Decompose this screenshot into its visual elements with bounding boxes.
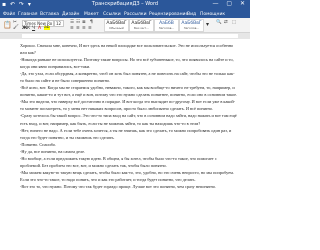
font-size-box[interactable]: 12: [54, 20, 64, 27]
select-icon[interactable]: ⬚: [232, 20, 236, 25]
window-controls[interactable]: — ▢ ✕: [212, 0, 248, 7]
paragraph[interactable]: -Понятно. Спасибо.: [20, 141, 238, 148]
tab-design[interactable]: Дизайн: [62, 12, 79, 17]
ruler[interactable]: [0, 33, 250, 39]
multilevel-list-icon[interactable]: ≣: [82, 20, 86, 25]
tab-review[interactable]: Рецензирование: [149, 12, 188, 17]
ribbon-home: 📋 ✂ 🖌 Times New Ro 12 Ж К Ч A ab ☰ ☷ ≣ ¶…: [0, 18, 250, 33]
paragraph[interactable]: -Но вообще, а если предложить такую идею…: [20, 155, 238, 169]
tab-file[interactable]: Файл: [3, 12, 15, 17]
italic-icon[interactable]: К: [27, 26, 30, 31]
style-normal[interactable]: АаБбВвГ Обычный: [104, 19, 129, 32]
pilcrow-icon[interactable]: ¶: [90, 20, 93, 25]
tab-references[interactable]: Ссылки: [103, 12, 121, 17]
style-heading-1[interactable]: АаБбВ Заголов...: [154, 19, 179, 32]
numbering-icon[interactable]: ☷: [76, 20, 80, 25]
tab-layout[interactable]: Макет: [84, 12, 99, 17]
document-page[interactable]: Хорошо. Сначала мне, конечно, И вот здес…: [0, 40, 250, 250]
tab-insert[interactable]: Вставка: [40, 12, 59, 17]
paragraph[interactable]: -Мы можем какую-то такую вещь сделать, ч…: [20, 169, 238, 183]
find-icon[interactable]: 🔍: [216, 20, 222, 25]
align-left-icon[interactable]: ≡: [70, 26, 74, 31]
styles-more-icon[interactable]: ▾: [206, 21, 209, 28]
paragraph[interactable]: -Да, это узла, если абсурдная, а конкрет…: [20, 70, 238, 84]
bullets-icon[interactable]: ☰: [70, 20, 74, 25]
title-bar: ▪ ↶ ↷ ▾ ТранскрибацияДЗ – Word — ▢ ✕: [0, 0, 250, 10]
tab-tell-me[interactable]: Помощник: [200, 12, 225, 17]
paragraph[interactable]: -Нет, ничего не надо. А если тебе очень …: [20, 127, 238, 141]
style-heading-2[interactable]: АаБбВвГ Заголов...: [179, 19, 204, 32]
paste-icon[interactable]: 📋: [3, 21, 12, 29]
paragraph[interactable]: -Ну да, все понятно, на самом деле.: [20, 148, 238, 155]
underline-icon[interactable]: Ч: [32, 26, 35, 31]
tab-mailings[interactable]: Рассылки: [124, 12, 147, 17]
highlight-icon[interactable]: ab: [44, 25, 50, 30]
paragraph[interactable]: -Мы это видели, что наверху всё достаточ…: [20, 98, 238, 112]
align-center-icon[interactable]: ≡: [76, 26, 80, 31]
paragraph[interactable]: Хорошо. Сначала мне, конечно, И вот здес…: [20, 42, 238, 56]
align-right-icon[interactable]: ≡: [82, 26, 86, 31]
format-painter-icon[interactable]: 🖌: [13, 25, 19, 30]
justify-icon[interactable]: ≡: [88, 26, 92, 31]
font-color-icon[interactable]: A: [38, 26, 41, 31]
tab-home[interactable]: Главная: [18, 12, 37, 17]
paragraph[interactable]: -Никогда раньше не используется. Поэтому…: [20, 56, 238, 70]
replace-icon[interactable]: ⇄: [224, 20, 228, 25]
ruler-text-area: [22, 34, 238, 38]
style-no-spacing[interactable]: АаБбВвГ Без инт...: [129, 19, 154, 32]
paragraph[interactable]: -Сразу хотелось бы такой вопрос. Это что…: [20, 112, 238, 126]
paragraph[interactable]: -Вот это то, что нужно. Потому что так б…: [20, 183, 238, 190]
tab-view[interactable]: Вид: [187, 12, 196, 17]
paragraph[interactable]: -Всё ясно, вот. Когда мы не стараемся уд…: [20, 84, 238, 98]
document-body[interactable]: Хорошо. Сначала мне, конечно, И вот здес…: [20, 42, 238, 190]
ribbon-tabs: Файл Главная Вставка Дизайн Макет Ссылки…: [0, 10, 250, 18]
